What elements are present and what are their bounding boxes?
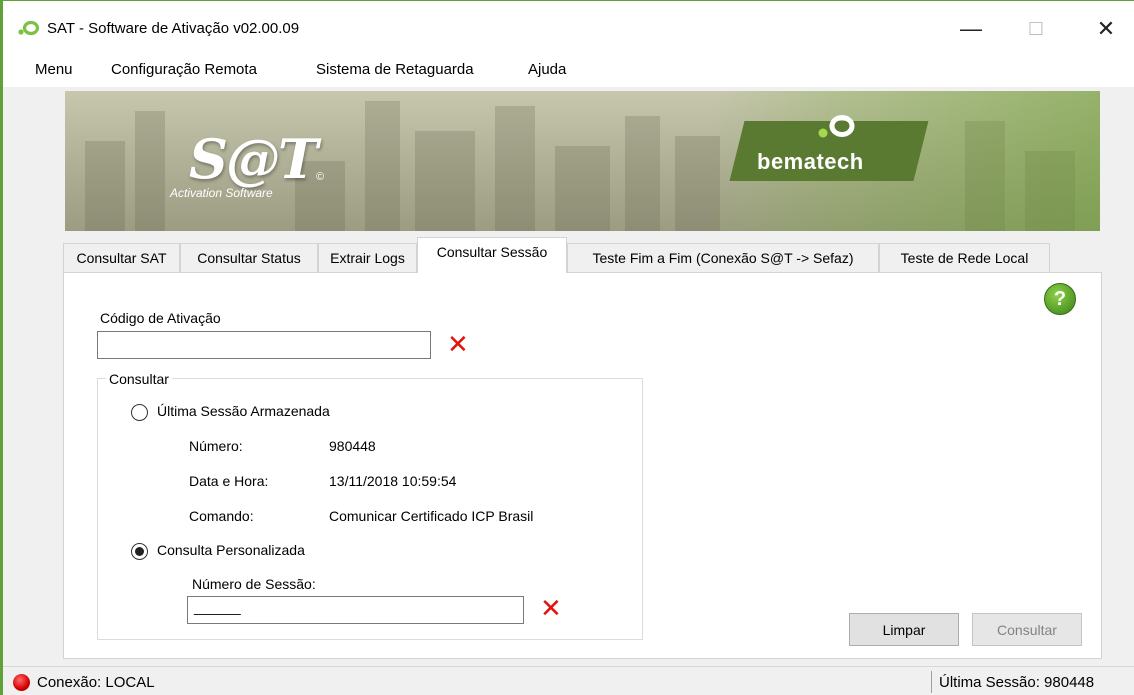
menu-item-configuracao-remota[interactable]: Configuração Remota — [111, 61, 257, 78]
sat-app-icon — [18, 20, 39, 36]
numero-label: Número: — [189, 438, 243, 454]
bematech-logo-icon — [818, 115, 855, 138]
last-session-status: Última Sessão: 980448 — [939, 674, 1095, 691]
tab-teste-rede-local[interactable]: Teste de Rede Local — [879, 243, 1050, 272]
product-subtitle: Activation Software — [170, 186, 273, 200]
tab-consultar-sessao[interactable]: Consultar Sessão — [417, 237, 567, 273]
session-number-input[interactable]: ______ — [187, 596, 524, 624]
menu-bar: Menu Configuração Remota Sistema de Reta… — [3, 53, 1134, 87]
app-window: SAT - Software de Ativação v02.00.09 — ☐… — [0, 0, 1134, 695]
tab-consultar-status[interactable]: Consultar Status — [180, 243, 318, 272]
menu-item-menu[interactable]: Menu — [35, 61, 73, 78]
status-bar: Conexão: LOCAL Última Sessão: 980448 — [3, 666, 1134, 695]
title-bar: SAT - Software de Ativação v02.00.09 — ☐… — [3, 1, 1134, 53]
comando-label: Comando: — [189, 508, 254, 524]
activation-code-label: Código de Ativação — [100, 310, 221, 326]
data-hora-label: Data e Hora: — [189, 473, 269, 489]
numero-value: 980448 — [329, 438, 376, 454]
maximize-button[interactable]: ☐ — [1013, 11, 1059, 47]
tab-consultar-sat[interactable]: Consultar SAT — [63, 243, 180, 272]
data-hora-value: 13/11/2018 10:59:54 — [329, 473, 457, 489]
custom-query-label[interactable]: Consulta Personalizada — [157, 542, 305, 558]
radio-last-session[interactable] — [131, 404, 148, 421]
header-banner: bematech S@T Activation Software © — [65, 91, 1100, 231]
status-separator — [931, 671, 932, 693]
session-number-label: Número de Sessão: — [192, 576, 316, 592]
connection-status: Conexão: LOCAL — [37, 674, 155, 691]
menu-item-ajuda[interactable]: Ajuda — [528, 61, 566, 78]
last-session-label[interactable]: Última Sessão Armazenada — [157, 403, 330, 419]
query-button[interactable]: Consultar — [972, 613, 1082, 646]
window-title: SAT - Software de Ativação v02.00.09 — [47, 20, 300, 37]
copyright-mark: © — [316, 171, 325, 183]
tab-teste-fim-a-fim[interactable]: Teste Fim a Fim (Conexão S@T -> Sefaz) — [567, 243, 879, 272]
activation-error-icon: ✕ — [447, 329, 469, 359]
activation-code-input[interactable] — [97, 331, 431, 359]
consultar-legend: Consultar — [106, 371, 172, 387]
tab-extrair-logs[interactable]: Extrair Logs — [318, 243, 417, 272]
connection-status-icon — [13, 674, 30, 691]
product-logo: S@T — [189, 127, 318, 191]
radio-custom-query[interactable] — [131, 543, 148, 560]
session-error-icon: ✕ — [540, 593, 562, 623]
help-button[interactable]: ? — [1044, 283, 1076, 315]
menu-item-sistema-retaguarda[interactable]: Sistema de Retaguarda — [316, 61, 474, 78]
brand-name: bematech — [757, 149, 864, 174]
close-button[interactable]: ✕ — [1083, 11, 1129, 47]
comando-value: Comunicar Certificado ICP Brasil — [329, 508, 534, 524]
clear-button[interactable]: Limpar — [849, 613, 959, 646]
minimize-button[interactable]: — — [948, 11, 994, 47]
